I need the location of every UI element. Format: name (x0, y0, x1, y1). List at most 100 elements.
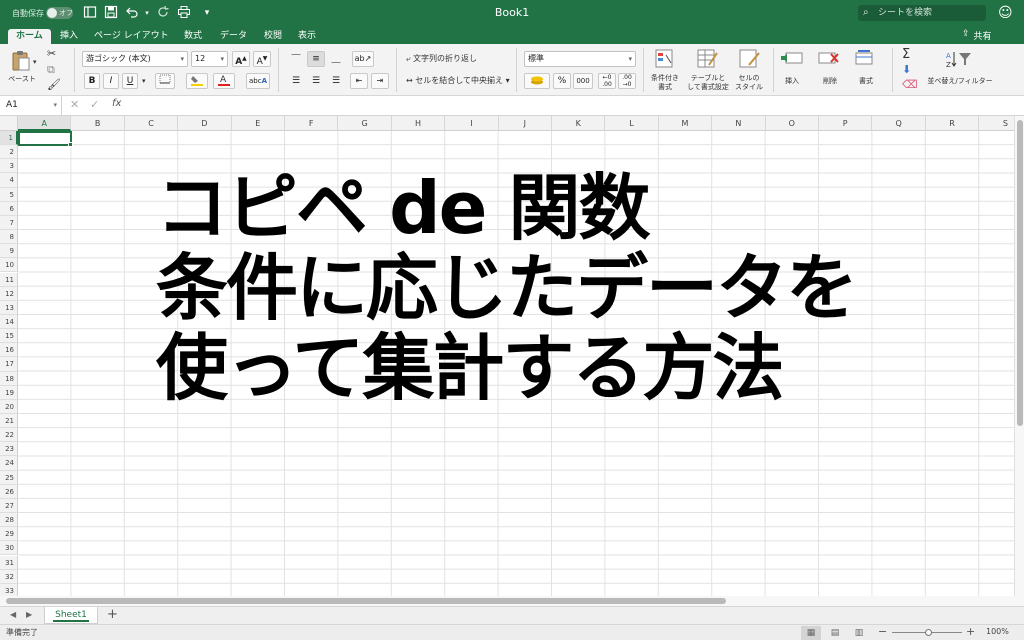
fill-icon[interactable]: ⬇ (902, 63, 911, 76)
row-header-22[interactable]: 22 (0, 428, 18, 443)
align-bottom-button[interactable]: ⎽ (327, 51, 345, 67)
row-header-11[interactable]: 11 (0, 272, 18, 287)
print-icon[interactable] (176, 5, 192, 21)
row-header-6[interactable]: 6 (0, 201, 18, 216)
zoom-out-icon[interactable]: − (878, 625, 887, 638)
confirm-icon[interactable]: ✓ (90, 98, 99, 111)
search-input[interactable] (878, 6, 982, 20)
active-cell-a1[interactable] (18, 131, 73, 147)
row-header-9[interactable]: 9 (0, 244, 18, 259)
column-header-l[interactable]: L (605, 116, 659, 131)
column-header-n[interactable]: N (712, 116, 766, 131)
sort-filter-label[interactable]: 並べ替え/フィルター (925, 77, 995, 86)
feedback-icon[interactable]: ☺ (998, 5, 1013, 21)
number-format-select[interactable]: 標準 ▾ (524, 51, 636, 67)
row-header-20[interactable]: 20 (0, 399, 18, 414)
insert-label[interactable]: 挿入 (778, 77, 806, 86)
column-header-o[interactable]: O (765, 116, 819, 131)
row-header-23[interactable]: 23 (0, 442, 18, 457)
wrap-text-button[interactable]: ⤶ 文字列の折り返し (406, 53, 477, 64)
row-header-31[interactable]: 31 (0, 555, 18, 570)
column-header-g[interactable]: G (338, 116, 392, 131)
align-top-button[interactable]: ⎺ (287, 51, 305, 67)
column-header-h[interactable]: H (391, 116, 446, 131)
column-header-k[interactable]: K (552, 116, 606, 131)
font-name-select[interactable]: 游ゴシック (本文) ▾ (82, 51, 188, 67)
page-layout-view-icon[interactable]: ▤ (825, 626, 845, 640)
insert-function-button[interactable]: fx (112, 98, 121, 109)
horizontal-scrollbar[interactable] (0, 596, 1024, 606)
delete-cells-icon[interactable] (818, 50, 840, 70)
table-format-icon[interactable] (697, 49, 719, 69)
delete-label[interactable]: 削除 (816, 77, 844, 86)
row-header-25[interactable]: 25 (0, 470, 18, 485)
decrease-decimal-button[interactable]: .00 →0 (618, 73, 636, 89)
fill-handle[interactable] (68, 142, 73, 147)
column-header-d[interactable]: D (178, 116, 232, 131)
row-header-29[interactable]: 29 (0, 527, 18, 542)
row-header-27[interactable]: 27 (0, 498, 18, 514)
column-header-q[interactable]: Q (872, 116, 926, 131)
row-header-33[interactable]: 33 (0, 583, 18, 596)
row-header-26[interactable]: 26 (0, 484, 18, 499)
tab-home[interactable]: ホーム (8, 29, 51, 44)
row-header-8[interactable]: 8 (0, 230, 18, 245)
cell-style-label[interactable]: セルの スタイル (731, 74, 767, 92)
column-header-p[interactable]: P (819, 116, 873, 131)
row-header-18[interactable]: 18 (0, 371, 18, 386)
merge-center-button[interactable]: ↔ セルを結合して中央揃え ▾ (406, 75, 510, 86)
align-right-button[interactable]: ☰ (327, 73, 345, 89)
increase-decimal-button[interactable]: ←0.00 (598, 73, 616, 89)
row-header-17[interactable]: 17 (0, 357, 18, 372)
name-box[interactable]: A1 ▾ (0, 96, 62, 115)
row-header-3[interactable]: 3 (0, 159, 18, 174)
autosum-icon[interactable]: Σ (902, 47, 910, 62)
row-header-4[interactable]: 4 (0, 173, 18, 188)
tab-review[interactable]: 校閲 (256, 29, 290, 44)
row-header-1[interactable]: 1 (0, 131, 18, 146)
tab-insert[interactable]: 挿入 (52, 29, 86, 44)
underline-button[interactable]: U (122, 73, 138, 89)
horizontal-scroll-thumb[interactable] (6, 598, 726, 604)
tab-view[interactable]: 表示 (290, 29, 324, 44)
cell-style-icon[interactable] (739, 49, 761, 69)
sort-filter-icon[interactable]: AZ (946, 50, 971, 70)
autosave-toggle[interactable]: オフ (46, 7, 73, 19)
column-header-c[interactable]: C (124, 116, 179, 131)
sheet-search[interactable]: ⌕ (858, 5, 986, 21)
currency-button[interactable] (524, 73, 550, 89)
prev-sheet-icon[interactable]: ◀ (10, 610, 16, 619)
tab-formulas[interactable]: 数式 (176, 29, 210, 44)
align-center-button[interactable]: ☰ (307, 73, 325, 89)
column-header-a[interactable]: A (18, 116, 72, 131)
column-header-m[interactable]: M (658, 116, 713, 131)
percent-button[interactable]: % (553, 73, 571, 89)
tab-page-layout[interactable]: ページ レイアウト (86, 29, 177, 44)
phonetic-button[interactable]: abcA (246, 73, 270, 89)
customize-icon[interactable]: ▾ (199, 5, 215, 21)
tab-data[interactable]: データ (212, 29, 255, 44)
borders-button[interactable] (155, 73, 175, 89)
comma-button[interactable]: 000 (573, 73, 593, 89)
undo-icon[interactable] (124, 5, 140, 21)
italic-button[interactable]: I (103, 73, 119, 89)
redo-icon[interactable] (155, 5, 171, 21)
conditional-format-label[interactable]: 条件付き 書式 (647, 74, 683, 92)
vertical-scroll-thumb[interactable] (1017, 120, 1023, 426)
row-header-28[interactable]: 28 (0, 513, 18, 528)
column-header-b[interactable]: B (71, 116, 125, 131)
save-icon[interactable] (103, 5, 119, 21)
row-header-5[interactable]: 5 (0, 187, 18, 202)
zoom-slider-knob[interactable] (925, 629, 932, 636)
format-label[interactable]: 書式 (852, 77, 880, 86)
undo-dropdown-icon[interactable]: ▾ (139, 5, 155, 21)
decrease-indent-button[interactable]: ⇤ (350, 73, 368, 89)
zoom-in-icon[interactable]: + (966, 625, 975, 638)
row-header-2[interactable]: 2 (0, 145, 18, 160)
underline-dropdown-icon[interactable]: ▾ (142, 77, 146, 85)
font-color-button[interactable]: A (213, 73, 235, 89)
row-header-32[interactable]: 32 (0, 569, 18, 584)
row-header-16[interactable]: 16 (0, 343, 18, 358)
conditional-format-icon[interactable] (655, 49, 677, 69)
align-left-button[interactable]: ☰ (287, 73, 305, 89)
